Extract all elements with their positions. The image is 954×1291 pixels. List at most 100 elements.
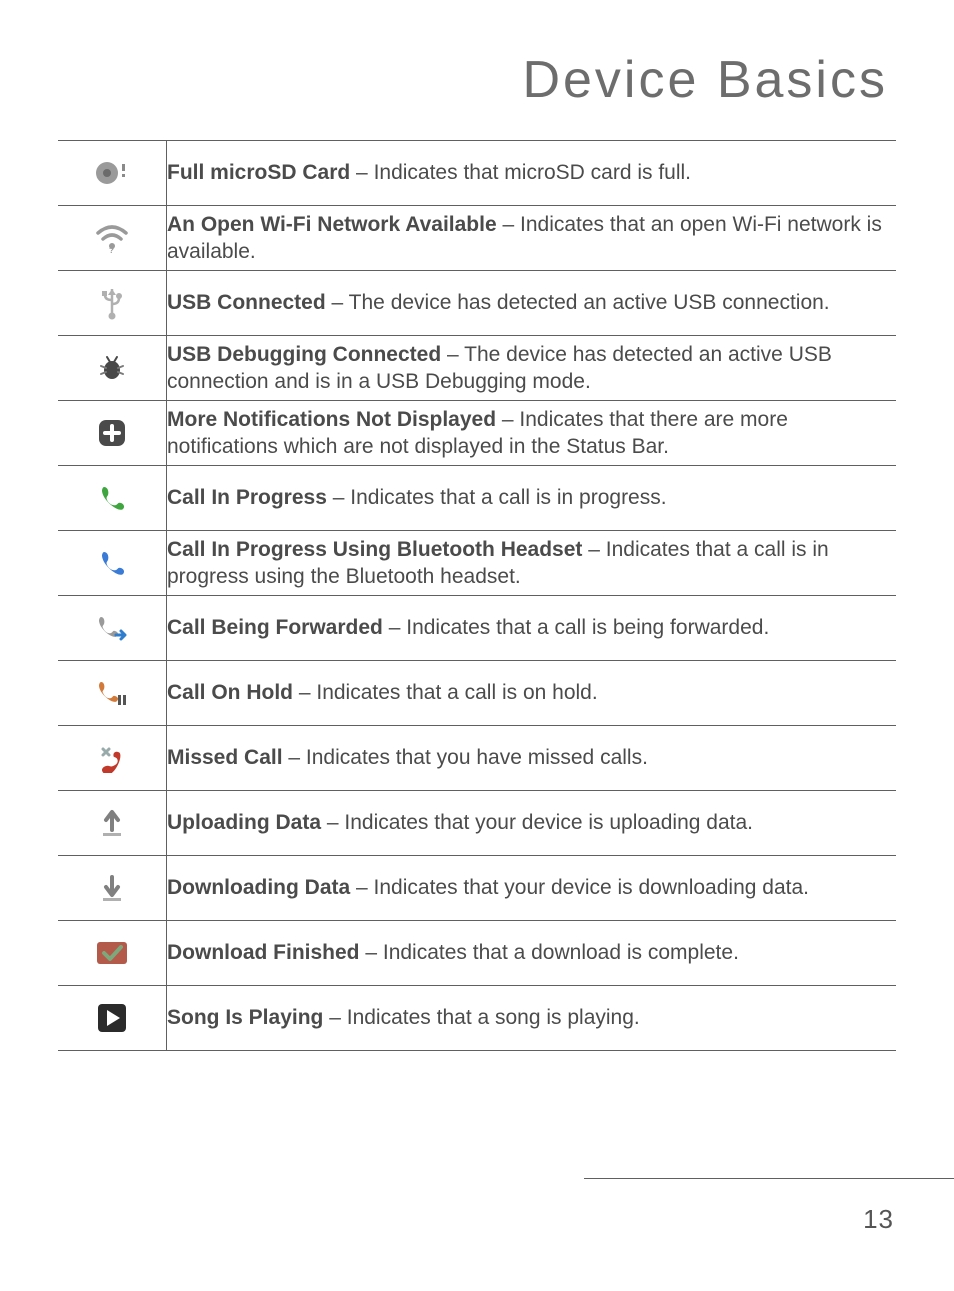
desc-cell: Song Is Playing – Indicates that a song … [167,986,897,1051]
call-on-hold-icon [90,671,134,715]
desc-cell: More Notifications Not Displayed – Indic… [167,401,897,466]
dash: – [365,941,383,964]
page-title: Device Basics [58,50,896,110]
desc-cell: Call In Progress – Indicates that a call… [167,466,897,531]
row-title: Call Being Forwarded [167,616,383,639]
table-row: Uploading Data – Indicates that your dev… [58,791,896,856]
usb-debugging-icon [90,346,134,390]
desc-cell: Uploading Data – Indicates that your dev… [167,791,897,856]
row-title: USB Connected [167,291,326,314]
dash: – [299,681,317,704]
uploading-data-icon [90,801,134,845]
desc-cell: Full microSD Card – Indicates that micro… [167,141,897,206]
dash: – [329,1006,347,1029]
icon-table: Full microSD Card – Indicates that micro… [58,140,896,1051]
row-desc: Indicates that a call is in progress. [350,486,666,509]
table-row: Missed Call – Indicates that you have mi… [58,726,896,791]
table-row: Call In Progress Using Bluetooth Headset… [58,531,896,596]
icon-cell [58,921,167,986]
desc-cell: Call Being Forwarded – Indicates that a … [167,596,897,661]
icon-cell [58,986,167,1051]
row-title: USB Debugging Connected [167,343,441,366]
row-desc: Indicates that your device is uploading … [344,811,753,834]
call-in-progress-icon [90,476,134,520]
table-row: USB Debugging Connected – The device has… [58,336,896,401]
icon-cell [58,791,167,856]
page-container: Device Basics Full microSD Card [0,0,954,1291]
row-title: Missed Call [167,746,283,769]
icon-cell [58,401,167,466]
row-title: Downloading Data [167,876,350,899]
dash: – [327,811,345,834]
row-title: Call On Hold [167,681,293,704]
downloading-data-icon [90,866,134,910]
row-title: Song Is Playing [167,1006,323,1029]
footer-rule [584,1178,954,1179]
table-row: Song Is Playing – Indicates that a song … [58,986,896,1051]
icon-cell [58,336,167,401]
usb-icon [90,281,134,325]
icon-cell [58,466,167,531]
icon-cell [58,141,167,206]
desc-cell: USB Connected – The device has detected … [167,271,897,336]
icon-cell [58,726,167,791]
svg-text:?: ? [109,246,114,253]
table-row: USB Connected – The device has detected … [58,271,896,336]
row-title: Call In Progress [167,486,327,509]
desc-cell: Call On Hold – Indicates that a call is … [167,661,897,726]
row-title: Call In Progress Using Bluetooth Headset [167,538,582,561]
missed-call-icon [90,736,134,780]
icon-cell [58,531,167,596]
row-desc: Indicates that your device is downloadin… [374,876,809,899]
row-desc: The device has detected an active USB co… [349,291,830,314]
row-title: More Notifications Not Displayed [167,408,496,431]
table-row: More Notifications Not Displayed – Indic… [58,401,896,466]
song-playing-icon [90,996,134,1040]
table-row: Call On Hold – Indicates that a call is … [58,661,896,726]
row-title: An Open Wi-Fi Network Available [167,213,497,236]
table-row: ? An Open Wi-Fi Network Available – Indi… [58,206,896,271]
dash: – [332,291,349,314]
call-forwarded-icon [90,606,134,650]
icon-cell [58,271,167,336]
table-row: Call In Progress – Indicates that a call… [58,466,896,531]
wifi-open-icon: ? [90,216,134,260]
dash: – [588,538,606,561]
dash: – [356,876,374,899]
row-desc: Indicates that a call is on hold. [316,681,597,704]
row-title: Download Finished [167,941,360,964]
dash: – [356,161,374,184]
desc-cell: Missed Call – Indicates that you have mi… [167,726,897,791]
dash: – [389,616,407,639]
desc-cell: An Open Wi-Fi Network Available – Indica… [167,206,897,271]
icon-cell: ? [58,206,167,271]
dash: – [333,486,351,509]
desc-cell: Downloading Data – Indicates that your d… [167,856,897,921]
row-title: Uploading Data [167,811,321,834]
more-notifications-icon [90,411,134,455]
table-row: Downloading Data – Indicates that your d… [58,856,896,921]
row-desc: Indicates that microSD card is full. [374,161,691,184]
desc-cell: USB Debugging Connected – The device has… [167,336,897,401]
dash: – [502,408,520,431]
row-desc: Indicates that a download is complete. [383,941,739,964]
download-finished-icon [90,931,134,975]
icon-cell [58,856,167,921]
microsd-full-icon [90,151,134,195]
dash: – [502,213,520,236]
icon-cell [58,661,167,726]
dash: – [288,746,306,769]
table-row: Call Being Forwarded – Indicates that a … [58,596,896,661]
page-number: 13 [863,1204,894,1235]
icon-cell [58,596,167,661]
row-title: Full microSD Card [167,161,350,184]
row-desc: Indicates that a call is being forwarded… [406,616,769,639]
call-bluetooth-icon [90,541,134,585]
desc-cell: Call In Progress Using Bluetooth Headset… [167,531,897,596]
desc-cell: Download Finished – Indicates that a dow… [167,921,897,986]
table-row: Download Finished – Indicates that a dow… [58,921,896,986]
row-desc: Indicates that a song is playing. [347,1006,640,1029]
row-desc: Indicates that you have missed calls. [306,746,648,769]
dash: – [447,343,464,366]
table-row: Full microSD Card – Indicates that micro… [58,141,896,206]
